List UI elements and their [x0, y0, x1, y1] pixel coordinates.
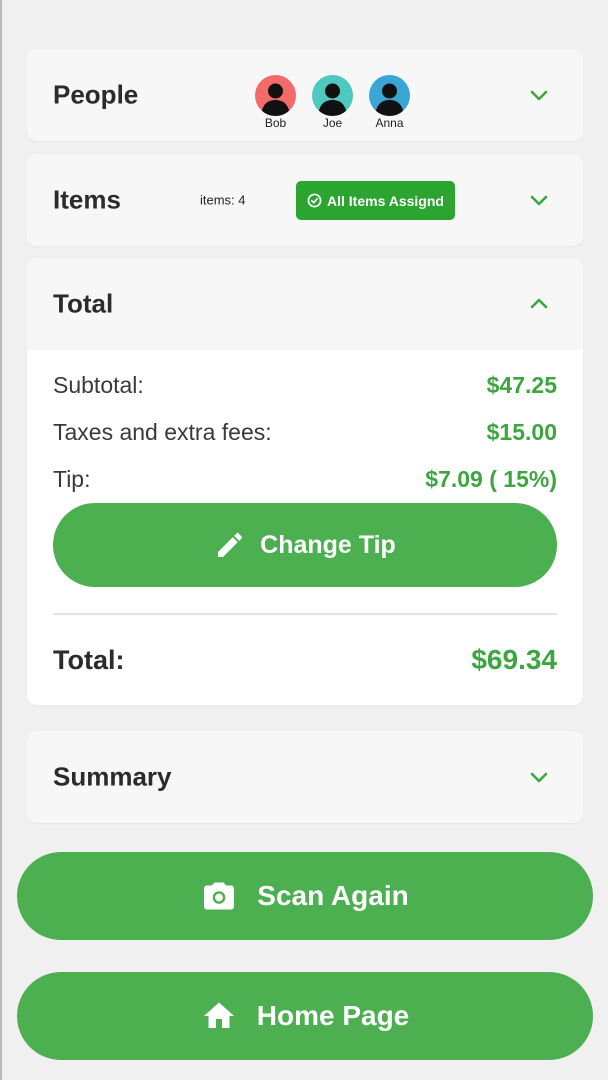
person-icon — [369, 75, 410, 116]
check-circle-icon — [307, 193, 322, 208]
home-page-button[interactable]: Home Page — [17, 972, 593, 1060]
tip-label: Tip: — [53, 466, 91, 492]
summary-title: Summary — [53, 761, 172, 792]
grand-total-label: Total: — [53, 644, 125, 675]
people-card[interactable]: People Bob Joe Anna — [27, 49, 583, 141]
grand-total-value: $69.34 — [471, 644, 557, 675]
summary-header[interactable]: Summary — [27, 731, 583, 823]
tip-value: $7.09 ( 15%) — [425, 466, 557, 492]
camera-icon — [204, 882, 235, 910]
scan-again-button[interactable]: Scan Again — [17, 852, 593, 940]
status-badge: All Items Assignd — [296, 181, 455, 220]
people-title: People — [53, 79, 139, 110]
grand-total-row: Total: $69.34 — [53, 615, 557, 705]
taxes-label: Taxes and extra fees: — [53, 419, 272, 445]
home-page-label: Home Page — [256, 1000, 410, 1031]
taxes-row: Taxes and extra fees: $15.00 — [53, 409, 557, 456]
person-icon — [255, 75, 296, 116]
total-header[interactable]: Total — [27, 258, 583, 350]
items-card[interactable]: Items items: 4 All Items Assignd — [27, 154, 583, 246]
chevron-up-icon[interactable] — [527, 292, 551, 316]
total-body: Subtotal: $47.25 Taxes and extra fees: $… — [27, 350, 583, 705]
chevron-down-icon[interactable] — [527, 83, 551, 107]
avatar-list: Bob Joe Anna — [255, 75, 410, 130]
total-card: Total Subtotal: $47.25 Taxes and extra f… — [27, 258, 583, 705]
items-count: items: 4 — [200, 192, 246, 208]
avatar-bob[interactable]: Bob — [255, 75, 296, 130]
chevron-down-icon[interactable] — [527, 188, 551, 212]
chevron-down-icon[interactable] — [527, 765, 551, 789]
summary-card[interactable]: Summary — [27, 731, 583, 823]
person-icon — [312, 75, 353, 116]
avatar-name: Anna — [375, 116, 404, 130]
avatar-name: Joe — [322, 116, 343, 130]
home-icon — [203, 1002, 234, 1028]
total-title: Total — [53, 288, 114, 319]
subtotal-row: Subtotal: $47.25 — [53, 362, 557, 409]
avatar-joe[interactable]: Joe — [312, 75, 353, 130]
avatar-anna[interactable]: Anna — [369, 75, 410, 130]
scan-again-label: Scan Again — [257, 880, 409, 911]
avatar-name: Bob — [264, 116, 287, 130]
items-header[interactable]: Items items: 4 All Items Assignd — [27, 154, 583, 246]
taxes-value: $15.00 — [486, 419, 557, 445]
change-tip-label: Change Tip — [260, 530, 396, 559]
items-title: Items — [53, 184, 121, 215]
change-tip-button[interactable]: Change Tip — [53, 503, 557, 587]
subtotal-label: Subtotal: — [53, 372, 144, 398]
badge-label: All Items Assignd — [327, 192, 444, 209]
tip-row: Tip: $7.09 ( 15%) — [53, 456, 557, 503]
pencil-icon — [218, 532, 243, 557]
people-header[interactable]: People Bob Joe Anna — [27, 49, 583, 141]
subtotal-value: $47.25 — [486, 372, 557, 398]
